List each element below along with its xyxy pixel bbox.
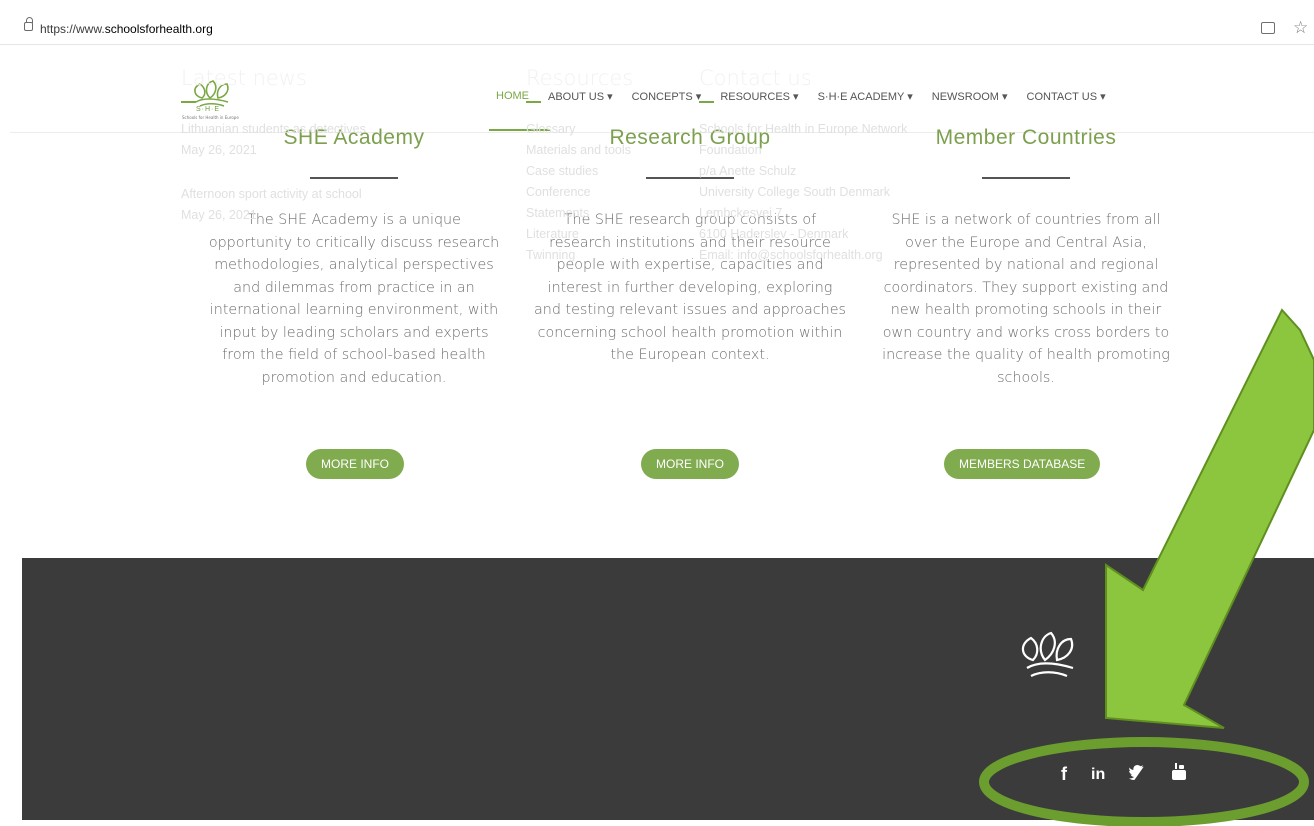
footer-latest-news: Latest news Lithuanian students as detec… — [181, 66, 366, 226]
button-wrap-2: MORE INFO — [641, 449, 739, 479]
heading-rule — [982, 177, 1070, 179]
footer-logo-mark: E — [1171, 632, 1188, 659]
contact-line: Lembckesvej 7 — [699, 206, 783, 220]
reader-view-icon[interactable] — [1261, 22, 1275, 34]
footer-contact-title: Contact us — [699, 66, 812, 90]
contact-line: University College South Denmark — [699, 185, 891, 199]
column-heading: Member Countries — [935, 126, 1117, 149]
url-prefix: https://www. — [40, 22, 105, 36]
lock-icon — [24, 17, 33, 31]
url-domain: schoolsforhealth.org — [104, 22, 213, 36]
button-wrap-1: MORE INFO — [306, 449, 404, 479]
footer-logo-sub2: ope — [1175, 674, 1190, 683]
nav-newsroom[interactable]: NEWSROOM ▾ — [932, 90, 1008, 110]
resource-link[interactable]: Conference — [526, 182, 633, 203]
url-text[interactable]: https://www.schoolsforhealth.org — [40, 22, 213, 36]
contact-email-link[interactable]: Email: info@schoolsforhealth.org — [699, 245, 907, 266]
footer-logo[interactable]: E Health ope — [1003, 620, 1213, 690]
contact-line: Schools for Health in Europe Network — [699, 122, 908, 136]
footer-contact: Contact us Schools for Health in Europe … — [699, 66, 907, 266]
nav-contact-us[interactable]: CONTACT US ▾ — [1027, 90, 1106, 110]
news-headline-link[interactable]: Lithuanian students as detectives — [181, 119, 366, 140]
title-accent — [181, 101, 196, 103]
news-date: May 26, 2021 — [181, 143, 257, 157]
column-member-countries: Member Countries SHE is a network of cou… — [874, 126, 1178, 389]
resource-link[interactable]: Statements — [526, 203, 633, 224]
footer-resources: Resources Glossary Materials and tools C… — [526, 66, 633, 266]
more-info-button[interactable]: MORE INFO — [641, 449, 739, 479]
footer-logo-sub1: Health — [1175, 662, 1202, 671]
column-body: The SHE Academy is a unique opportunity … — [208, 212, 500, 386]
footer-leaves-icon — [1021, 631, 1074, 678]
footer-resources-title: Resources — [526, 66, 634, 90]
twitter-icon[interactable] — [1129, 764, 1147, 785]
social-links: f in — [1061, 763, 1211, 786]
resource-link[interactable]: Materials and tools — [526, 140, 633, 161]
facebook-icon[interactable]: f — [1061, 764, 1067, 785]
title-accent — [699, 101, 714, 103]
address-bar[interactable]: https://www.schoolsforhealth.org ☆ — [0, 0, 1314, 45]
resource-link[interactable]: Glossary — [526, 119, 633, 140]
contact-line: Foundation — [699, 143, 762, 157]
nav-concepts[interactable]: CONCEPTS ▾ — [632, 90, 702, 110]
footer-news-title: Latest news — [181, 66, 307, 90]
contact-line: 6100 Haderslev - Denmark — [699, 227, 849, 241]
resource-link[interactable]: Twinning — [526, 245, 633, 266]
favorite-star-icon[interactable]: ☆ — [1293, 18, 1308, 38]
youtube-icon[interactable] — [1171, 763, 1187, 786]
nav-home[interactable]: HOME — [496, 90, 529, 110]
news-date: May 26, 2021 — [181, 208, 257, 222]
resource-link[interactable]: Case studies — [526, 161, 633, 182]
button-wrap-3: MEMBERS DATABASE — [944, 449, 1101, 479]
title-accent — [526, 101, 541, 103]
column-body: SHE is a network of countries from all o… — [882, 212, 1170, 386]
members-database-button[interactable]: MEMBERS DATABASE — [944, 449, 1101, 479]
browser-window: https://www.schoolsforhealth.org ☆ S·H·E… — [0, 0, 1314, 826]
linkedin-icon[interactable]: in — [1091, 766, 1105, 784]
resource-link[interactable]: Literature — [526, 224, 633, 245]
news-headline-link[interactable]: Afternoon sport activity at school — [181, 184, 366, 205]
contact-line: p/a Anette Schulz — [699, 164, 797, 178]
more-info-button[interactable]: MORE INFO — [306, 449, 404, 479]
